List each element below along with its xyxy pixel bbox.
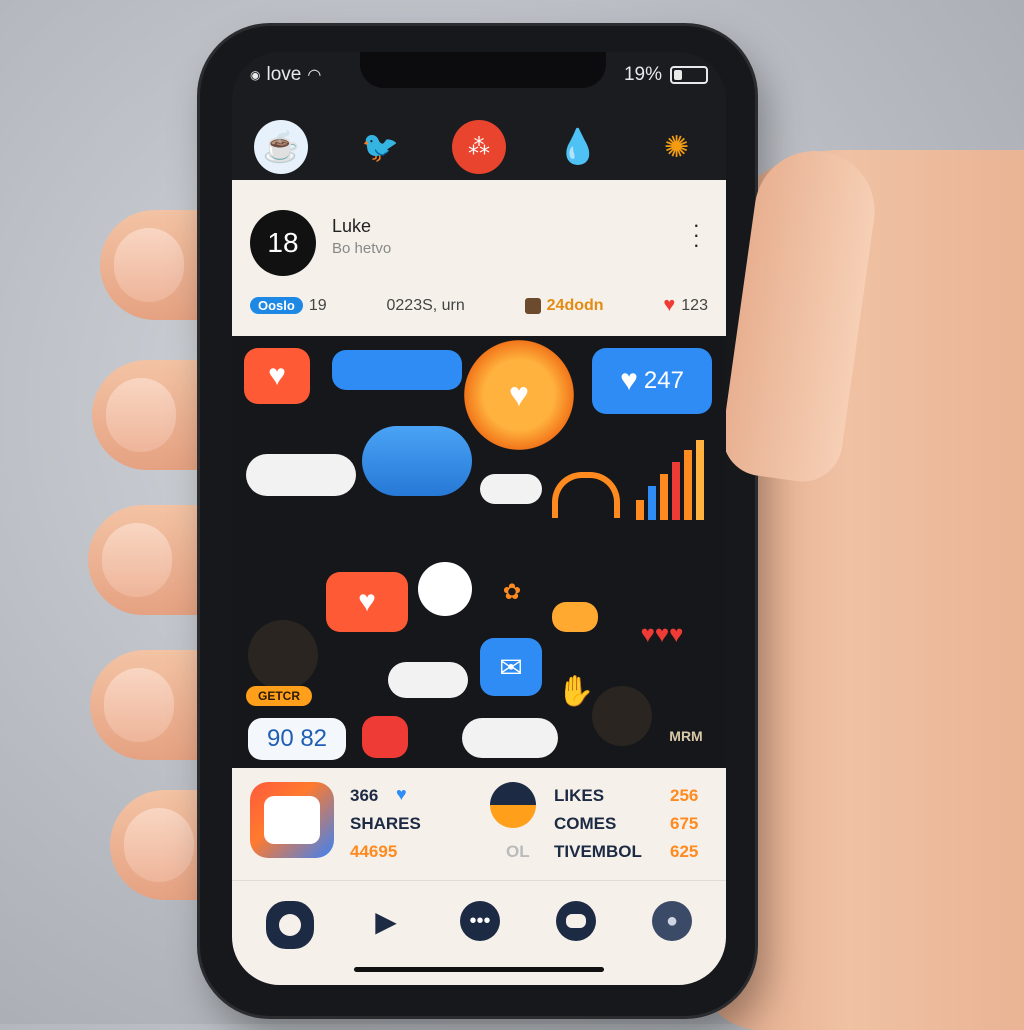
stat-pill: Ooslo [250,297,303,314]
home-indicator [354,967,604,972]
rainbow-icon [552,472,620,518]
sun-icon: ♥ [464,340,574,450]
emoji-cluster-icon: ✿ [502,579,522,604]
small-label: OL [506,842,530,861]
carrier-label: love [266,64,302,85]
likes-bubble[interactable]: ♥ 247 [592,348,712,414]
heart-bubble-icon[interactable]: ♥ [326,572,408,632]
face-sticker [418,562,472,616]
cloud-icon [362,426,472,496]
timeline-label: TIVEMBOL [554,842,642,861]
video-icon[interactable]: ▶ [366,901,406,941]
battery-icon [670,66,708,84]
timeline-value: 625 [670,842,699,861]
camera-icon[interactable] [266,901,314,949]
comes-value: 675 [670,814,699,833]
box-icon [524,297,541,314]
bird-icon[interactable]: 🐦 [353,120,407,174]
avatar[interactable]: 18 [250,210,316,276]
likes-value: 256 [670,786,699,805]
likes-label: LIKES [554,786,605,805]
cloud-icon [246,454,356,496]
chat-icon[interactable] [556,901,596,941]
more-icon[interactable]: ••• [460,901,500,941]
hand-icon: ✋ [557,674,595,708]
dots-icon[interactable]: ⁂ [451,120,506,174]
coffee-icon[interactable]: ☕ [254,120,309,174]
chat-bubble-icon[interactable] [332,350,462,390]
sticker-feed: ♥ ♥ ♥ 247 ♥ ✿ ♥♥♥ GETCR ✉ ✋ MRM 90 82 [232,336,726,768]
profile-icon[interactable]: ● [652,901,692,941]
signal-dot-icon: ◉ [250,68,261,82]
stat-item[interactable]: 0223S, urn [387,297,465,315]
comes-label: COMES [554,814,617,833]
cloud-icon [480,474,542,504]
person-avatar [592,686,652,746]
person-avatar [248,620,318,690]
light-icon[interactable]: ✺ [650,120,704,174]
mail-icon[interactable]: ✉ [480,638,542,696]
bottom-nav: ▶ ••• ● [232,880,726,985]
status-bar: ◉ love ◠ 19% [250,62,708,88]
heart-icon: ♥ [663,294,676,316]
profile-name[interactable]: Luke [332,216,371,237]
stat-value: 123 [681,296,708,314]
stat-item[interactable]: 24dodn [524,296,604,315]
heart-icon: ♥ [396,784,407,804]
shares-top-value: 366 [350,786,379,805]
heart-icon: ♥ [620,364,638,397]
shares-label: SHARES [350,814,421,833]
stat-item[interactable]: Ooslo 19 [250,297,327,315]
hearts-row-icon: ♥♥♥ [640,621,684,648]
stat-item[interactable]: ♥ 123 [663,294,708,317]
user-icon[interactable] [490,782,536,828]
cloud-icon [388,662,468,698]
sign-label: MRM [669,728,703,744]
stat-value: 19 [308,296,327,314]
likes-count: 247 [643,367,684,394]
engagement-stats: 366 ♥ SHARES 44695 LIKES 256 COMES 675 O… [232,768,726,880]
heart-bubble-icon[interactable]: ♥ [244,348,310,404]
app-icon[interactable] [250,782,334,858]
bar-chart-icon [628,436,712,520]
more-menu-icon[interactable]: · · · [693,214,700,256]
drop-icon[interactable]: 💧 [551,120,605,174]
battery-percent: 19% [623,64,662,85]
chat-bubble-icon[interactable] [362,716,408,758]
cloud-icon [462,718,558,758]
hat-icon [552,602,598,632]
profile-card: 18 Luke Bo hetvo · · · Ooslo 19 0223S, urn… [232,180,726,336]
score-bubble[interactable]: 90 82 [248,718,346,760]
phone-screen: ◉ love ◠ 19% ☕ 🐦 ⁂ 💧 ✺ 18 Luke Bo hetvo … [232,52,726,985]
wifi-icon: ◠ [307,67,322,84]
top-icon-bar: ☕ 🐦 ⁂ 💧 ✺ [232,112,726,182]
profile-subtitle: Bo hetvo [332,240,392,257]
stat-value: 0223S, urn [386,296,465,314]
stat-value: 24dodn [546,296,604,314]
shares-value: 44695 [350,842,398,861]
badge-label: GETCR [246,686,312,706]
profile-stats: Ooslo 19 0223S, urn 24dodn ♥ 123 [250,294,708,317]
